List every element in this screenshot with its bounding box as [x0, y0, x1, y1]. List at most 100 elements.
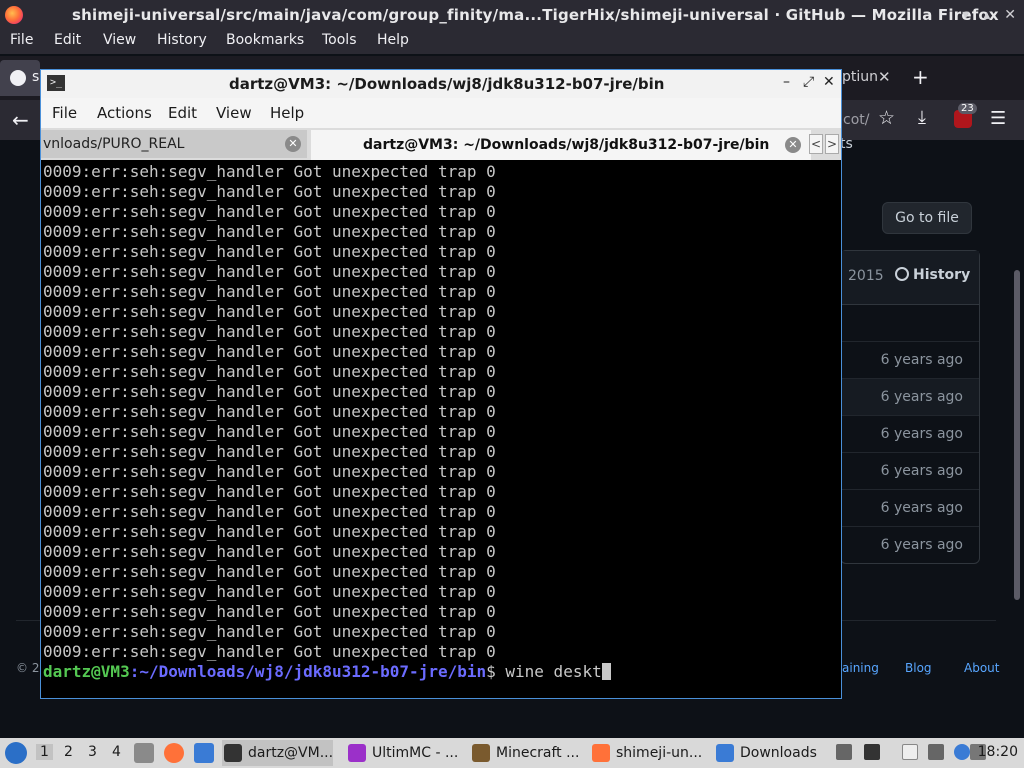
- file-row[interactable]: 6 years ago: [841, 342, 979, 379]
- tab-scroll-left-icon[interactable]: <: [809, 134, 823, 154]
- workspace-1[interactable]: 1: [36, 744, 53, 760]
- url-bar-fragment[interactable]: cot/: [843, 112, 869, 128]
- taskbar-task-label: shimeji-un...: [616, 745, 703, 761]
- footer-link-blog[interactable]: Blog: [905, 661, 932, 675]
- minimize-icon[interactable]: ▾: [962, 7, 969, 23]
- page-scrollbar[interactable]: [1014, 270, 1020, 600]
- close-icon[interactable]: ✕: [1004, 7, 1016, 23]
- tab-scroll-right-icon[interactable]: >: [825, 134, 839, 154]
- tab-label: s: [32, 69, 40, 85]
- taskbar-task-folder[interactable]: Downloads: [714, 740, 817, 766]
- history-label: History: [913, 267, 971, 283]
- terminal-line: 0009:err:seh:segv_handler Got unexpected…: [43, 502, 496, 521]
- menu-history[interactable]: History: [157, 32, 207, 48]
- prompt-symbol: $: [486, 662, 506, 681]
- menu-view[interactable]: View: [103, 32, 136, 48]
- hamburger-menu-icon[interactable]: ☰: [990, 108, 1006, 129]
- menu-file[interactable]: File: [10, 32, 33, 48]
- new-tab-button[interactable]: +: [912, 65, 929, 89]
- tab-close-icon[interactable]: ✕: [785, 137, 801, 153]
- tab-other[interactable]: ptiun ✕: [840, 60, 900, 96]
- desktop-launcher-icon[interactable]: [194, 743, 214, 763]
- notes-icon[interactable]: [902, 744, 918, 760]
- terminal-title-bar[interactable]: >_ dartz@VM3: ~/Downloads/wj8/jdk8u312-b…: [41, 70, 841, 98]
- terminal-line: 0009:err:seh:segv_handler Got unexpected…: [43, 462, 496, 481]
- download-icon[interactable]: ⤓: [918, 107, 926, 128]
- file-manager-launcher-icon[interactable]: [134, 743, 154, 763]
- info-icon[interactable]: [954, 744, 970, 760]
- terminal-line: 0009:err:seh:segv_handler Got unexpected…: [43, 222, 496, 241]
- prompt-user: dartz@VM3: [43, 662, 130, 681]
- terminal-line: 0009:err:seh:segv_handler Got unexpected…: [43, 602, 496, 621]
- go-to-file-button[interactable]: Go to file: [882, 202, 972, 234]
- folder-icon: [716, 744, 734, 762]
- history-link[interactable]: History: [895, 267, 970, 283]
- back-arrow-icon[interactable]: ←: [12, 108, 29, 132]
- clock: 18:20: [977, 744, 1018, 760]
- taskbar-task-minecraft[interactable]: Minecraft ...: [470, 740, 579, 766]
- terminal-line: 0009:err:seh:segv_handler Got unexpected…: [43, 582, 496, 601]
- firefox-menubar: File Edit View History Bookmarks Tools H…: [0, 30, 1024, 54]
- github-icon: [10, 70, 26, 86]
- taskbar-task-terminal[interactable]: dartz@VM...: [222, 740, 334, 766]
- command-input: wine deskt: [505, 662, 602, 681]
- terminal-line: 0009:err:seh:segv_handler Got unexpected…: [43, 302, 496, 321]
- start-menu-icon[interactable]: [5, 742, 27, 764]
- terminal-scrollbar[interactable]: [839, 160, 841, 698]
- workspace-3[interactable]: 3: [88, 744, 97, 760]
- terminal-line: 0009:err:seh:segv_handler Got unexpected…: [43, 322, 496, 341]
- network-icon[interactable]: [928, 744, 944, 760]
- history-icon: [895, 267, 909, 281]
- tab-close-icon[interactable]: ✕: [285, 136, 301, 152]
- bookmark-star-icon[interactable]: ☆: [878, 107, 895, 129]
- term-menu-view[interactable]: View: [216, 104, 252, 122]
- taskbar-task-ultimmc[interactable]: UltimMC - ...: [346, 740, 458, 766]
- workspace-4[interactable]: 4: [112, 744, 121, 760]
- terminal-tab-puro[interactable]: vnloads/PURO_REAL ✕: [41, 130, 307, 158]
- taskbar-task-label: dartz@VM...: [248, 745, 334, 761]
- menu-help[interactable]: Help: [377, 32, 409, 48]
- file-row[interactable]: [841, 305, 979, 342]
- maximize-icon[interactable]: ▴: [983, 7, 990, 23]
- terminal-line: 0009:err:seh:segv_handler Got unexpected…: [43, 182, 496, 201]
- terminal-line: 0009:err:seh:segv_handler Got unexpected…: [43, 482, 496, 501]
- term-menu-file[interactable]: File: [52, 104, 77, 122]
- tab-github[interactable]: s: [0, 60, 40, 96]
- tab-close-icon[interactable]: ✕: [878, 68, 891, 86]
- firefox-launcher-icon[interactable]: [164, 743, 184, 763]
- file-age: 6 years ago: [880, 426, 963, 442]
- file-row[interactable]: 6 years ago: [841, 379, 979, 416]
- menu-bookmarks[interactable]: Bookmarks: [226, 32, 304, 48]
- close-icon[interactable]: ✕: [823, 74, 835, 90]
- menu-edit[interactable]: Edit: [54, 32, 81, 48]
- minimize-icon[interactable]: –: [783, 74, 790, 90]
- workspace-2[interactable]: 2: [64, 744, 73, 760]
- ultimmc-icon: [348, 744, 366, 762]
- firefox-icon: [5, 6, 23, 24]
- text-cursor: [601, 663, 611, 680]
- maximize-icon[interactable]: ⤢: [803, 74, 814, 90]
- taskbar-task-firefox[interactable]: shimeji-un...: [590, 740, 702, 766]
- file-row[interactable]: 6 years ago: [841, 453, 979, 490]
- terminal-prompt-line[interactable]: dartz@VM3:~/Downloads/wj8/jdk8u312-b07-j…: [43, 662, 839, 682]
- file-age: 6 years ago: [880, 389, 963, 405]
- terminal-line: 0009:err:seh:segv_handler Got unexpected…: [43, 442, 496, 461]
- terminal-line: 0009:err:seh:segv_handler Got unexpected…: [43, 422, 496, 441]
- term-menu-edit[interactable]: Edit: [168, 104, 197, 122]
- terminal-line: 0009:err:seh:segv_handler Got unexpected…: [43, 562, 496, 581]
- volume-icon[interactable]: [864, 744, 880, 760]
- prompt-path: :~/Downloads/wj8/jdk8u312-b07-jre/bin: [129, 662, 487, 681]
- term-menu-actions[interactable]: Actions: [97, 104, 152, 122]
- footer-link-training[interactable]: aining: [842, 661, 879, 675]
- clipboard-icon[interactable]: [836, 744, 852, 760]
- file-row[interactable]: 6 years ago: [841, 527, 979, 564]
- terminal-tab-bin[interactable]: dartz@VM3: ~/Downloads/wj8/jdk8u312-b07-…: [311, 130, 811, 160]
- footer-link-about[interactable]: About: [964, 661, 999, 675]
- menu-tools[interactable]: Tools: [322, 32, 357, 48]
- term-menu-help[interactable]: Help: [270, 104, 304, 122]
- terminal-tab-bar: vnloads/PURO_REAL ✕ dartz@VM3: ~/Downloa…: [41, 128, 841, 160]
- file-row[interactable]: 6 years ago: [841, 416, 979, 453]
- file-row[interactable]: 6 years ago: [841, 490, 979, 527]
- taskbar-task-label: Downloads: [740, 745, 817, 761]
- terminal-output[interactable]: 0009:err:seh:segv_handler Got unexpected…: [43, 162, 839, 698]
